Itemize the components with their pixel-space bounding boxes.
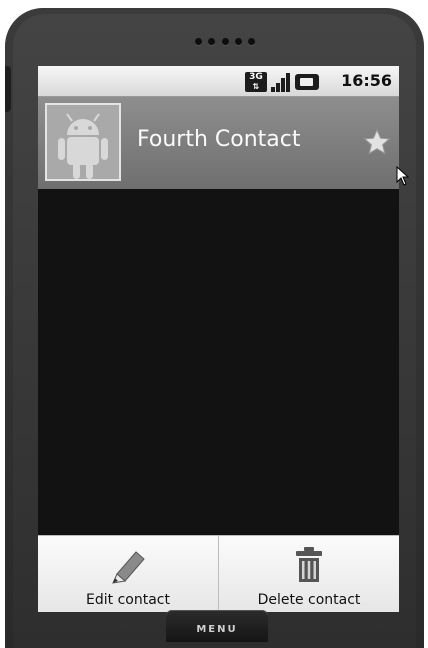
android-avatar-icon: [47, 105, 119, 179]
options-menu: Edit contact Delete contact: [38, 535, 399, 612]
network-badge: 3G: [249, 72, 263, 82]
contact-name: Fourth Contact: [137, 127, 301, 152]
battery-icon: [295, 74, 319, 90]
mouse-cursor-icon: [396, 166, 410, 186]
menu-key-label: MENU: [196, 624, 238, 635]
status-time: 16:56: [341, 71, 392, 90]
side-button[interactable]: [5, 66, 11, 112]
delete-contact-label: Delete contact: [257, 592, 361, 608]
speaker-grille: [195, 38, 255, 48]
pencil-icon: [112, 551, 145, 584]
delete-contact-button[interactable]: Delete contact: [218, 536, 399, 612]
signal-icon: [270, 72, 292, 92]
status-bar: 3G ⇅ 16:56: [38, 66, 399, 97]
device-screen: 3G ⇅ 16:56 Fourth Contact Edit contact D…: [38, 66, 399, 612]
network-3g-icon: 3G ⇅: [245, 72, 267, 92]
favorite-star-icon[interactable]: [363, 128, 391, 156]
contact-avatar[interactable]: [45, 103, 121, 181]
trash-icon: [296, 547, 322, 582]
contact-header: Fourth Contact: [38, 97, 399, 189]
edit-contact-label: Edit contact: [86, 592, 170, 608]
menu-hardware-key[interactable]: MENU: [166, 610, 268, 642]
edit-contact-button[interactable]: Edit contact: [38, 536, 218, 612]
